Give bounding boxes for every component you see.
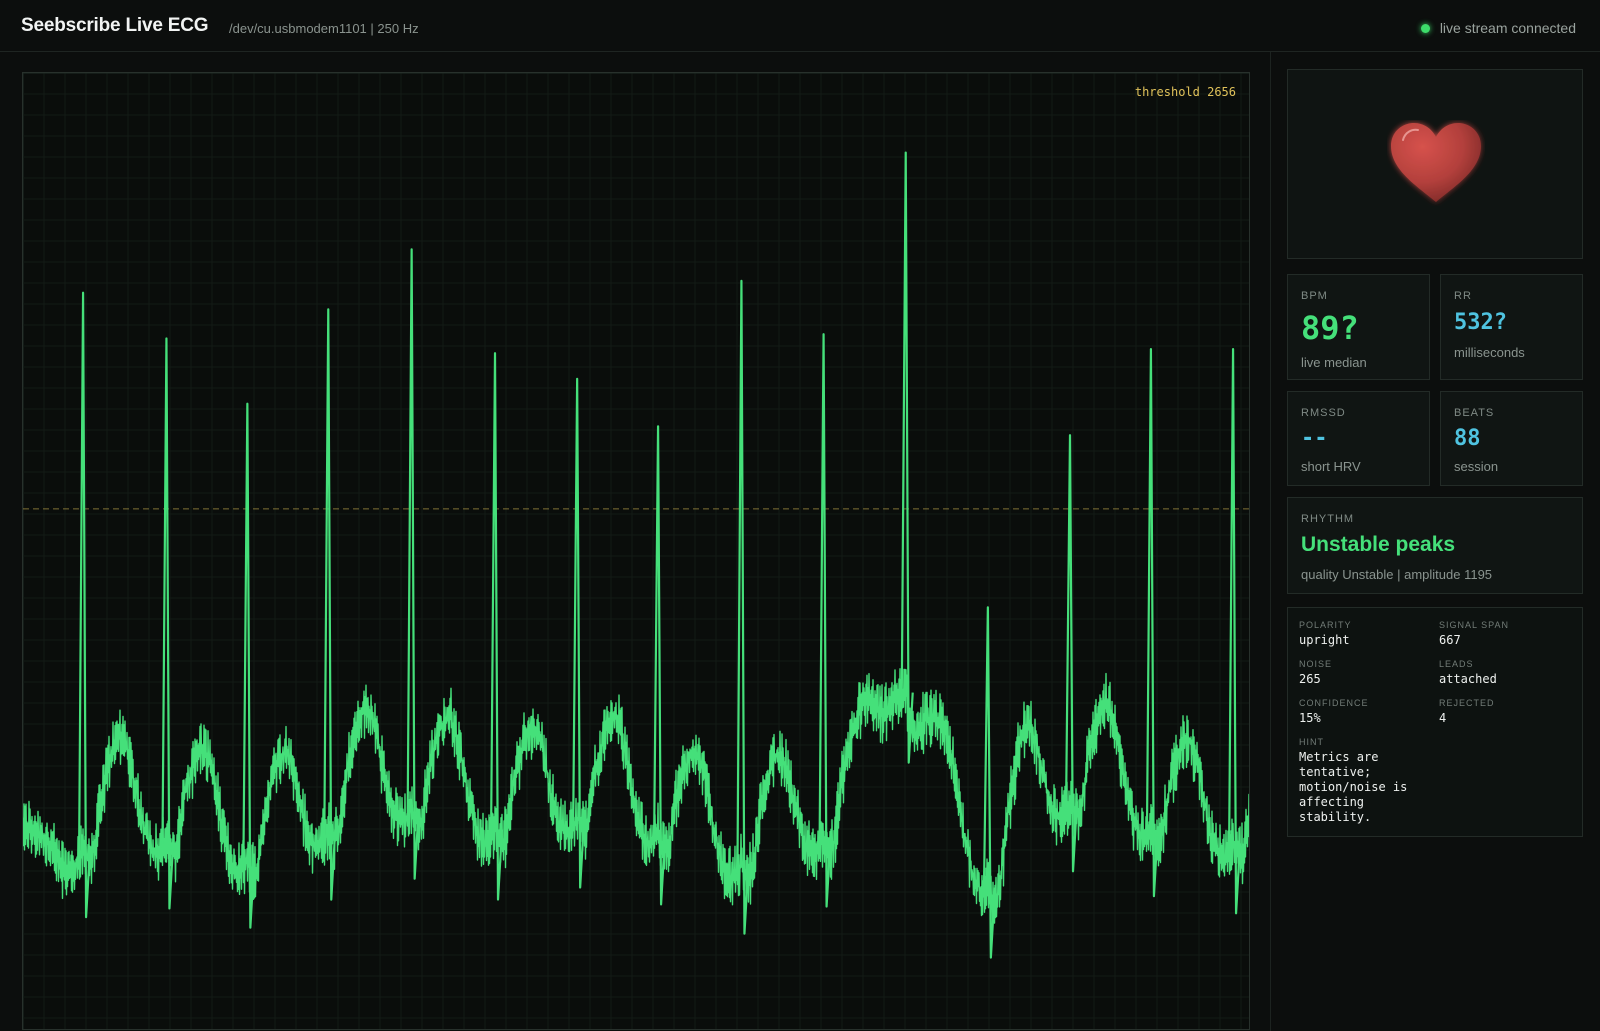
panel-divider <box>1270 52 1271 1031</box>
detail-rejected: REJECTED 4 <box>1439 698 1495 725</box>
noise-label: NOISE <box>1299 659 1333 669</box>
r-peak-2 <box>161 337 175 910</box>
rmssd-card: RMSSD -- short HRV <box>1287 391 1430 486</box>
app-header: Seebscribe Live ECG /dev/cu.usbmodem1101… <box>0 0 1600 52</box>
rhythm-card: RHYTHM Unstable peaks quality Unstable |… <box>1287 497 1583 594</box>
bpm-sub: live median <box>1301 355 1367 370</box>
beats-label: BEATS <box>1454 407 1495 419</box>
heart-icon <box>1391 123 1481 202</box>
rr-sub: milliseconds <box>1454 345 1525 360</box>
detail-hint: HINT Metrics are tentative; motion/noise… <box>1299 737 1429 825</box>
beats-card: BEATS 88 session <box>1440 391 1583 486</box>
rejected-value: 4 <box>1439 711 1447 725</box>
ecg-grid <box>23 73 1249 1029</box>
bpm-card: BPM 89? live median <box>1287 274 1430 380</box>
leads-label: LEADS <box>1439 659 1474 669</box>
ecg-app: Seebscribe Live ECG /dev/cu.usbmodem1101… <box>0 0 1600 1031</box>
rhythm-sub: quality Unstable | amplitude 1195 <box>1301 567 1493 582</box>
beats-value: 88 <box>1454 426 1481 451</box>
ecg-plot-area: threshold 2656 <box>0 52 1270 1031</box>
leads-value: attached <box>1439 672 1497 686</box>
ecg-chart: threshold 2656 <box>22 72 1250 1030</box>
confidence-value: 15% <box>1299 711 1321 725</box>
ecg-waveform-canvas <box>23 73 1249 1029</box>
polarity-label: POLARITY <box>1299 620 1352 630</box>
rejected-label: REJECTED <box>1439 698 1495 708</box>
signal-details-card: POLARITY upright SIGNAL SPAN 667 NOISE 2… <box>1287 607 1583 837</box>
hint-label: HINT <box>1299 737 1324 747</box>
signal-span-label: SIGNAL SPAN <box>1439 620 1510 630</box>
metrics-sidebar: BPM 89? live median RR 532? milliseconds… <box>1287 52 1583 1031</box>
detail-signal-span: SIGNAL SPAN 667 <box>1439 620 1509 647</box>
bpm-value: 89? <box>1301 309 1359 347</box>
rhythm-label: RHYTHM <box>1301 513 1355 525</box>
heart-card <box>1287 69 1583 259</box>
status-dot-icon <box>1420 23 1430 33</box>
r-peak-9 <box>736 279 750 935</box>
r-peak-4 <box>323 308 337 901</box>
detail-polarity: POLARITY upright <box>1299 620 1352 647</box>
rr-label: RR <box>1454 290 1472 302</box>
detail-confidence: CONFIDENCE 15% <box>1299 698 1369 725</box>
rr-value: 532? <box>1454 310 1507 335</box>
threshold-label: threshold 2656 <box>1134 85 1236 99</box>
beats-sub: session <box>1454 459 1499 474</box>
bpm-label: BPM <box>1301 290 1328 302</box>
detail-noise: NOISE 265 <box>1299 659 1332 686</box>
r-peak-5 <box>406 248 420 880</box>
app-title: Seebscribe Live ECG <box>21 15 209 36</box>
connection-status: live stream connected <box>1420 20 1576 36</box>
hint-value: Metrics are tentative; motion/noise is a… <box>1299 750 1408 824</box>
signal-span-value: 667 <box>1439 633 1461 647</box>
rmssd-label: RMSSD <box>1301 407 1346 419</box>
detail-leads: LEADS attached <box>1439 659 1497 686</box>
device-info: /dev/cu.usbmodem1101 | 250 Hz <box>229 21 419 36</box>
r-peak-1 <box>77 291 92 919</box>
confidence-label: CONFIDENCE <box>1299 698 1369 708</box>
r-peak-14 <box>1145 348 1160 898</box>
rhythm-value: Unstable peaks <box>1301 533 1456 556</box>
connection-status-text: live stream connected <box>1439 20 1576 36</box>
noise-value: 265 <box>1299 672 1321 686</box>
rmssd-value: -- <box>1301 426 1328 451</box>
rmssd-sub: short HRV <box>1301 459 1361 474</box>
polarity-value: upright <box>1299 633 1350 647</box>
rr-card: RR 532? milliseconds <box>1440 274 1583 380</box>
